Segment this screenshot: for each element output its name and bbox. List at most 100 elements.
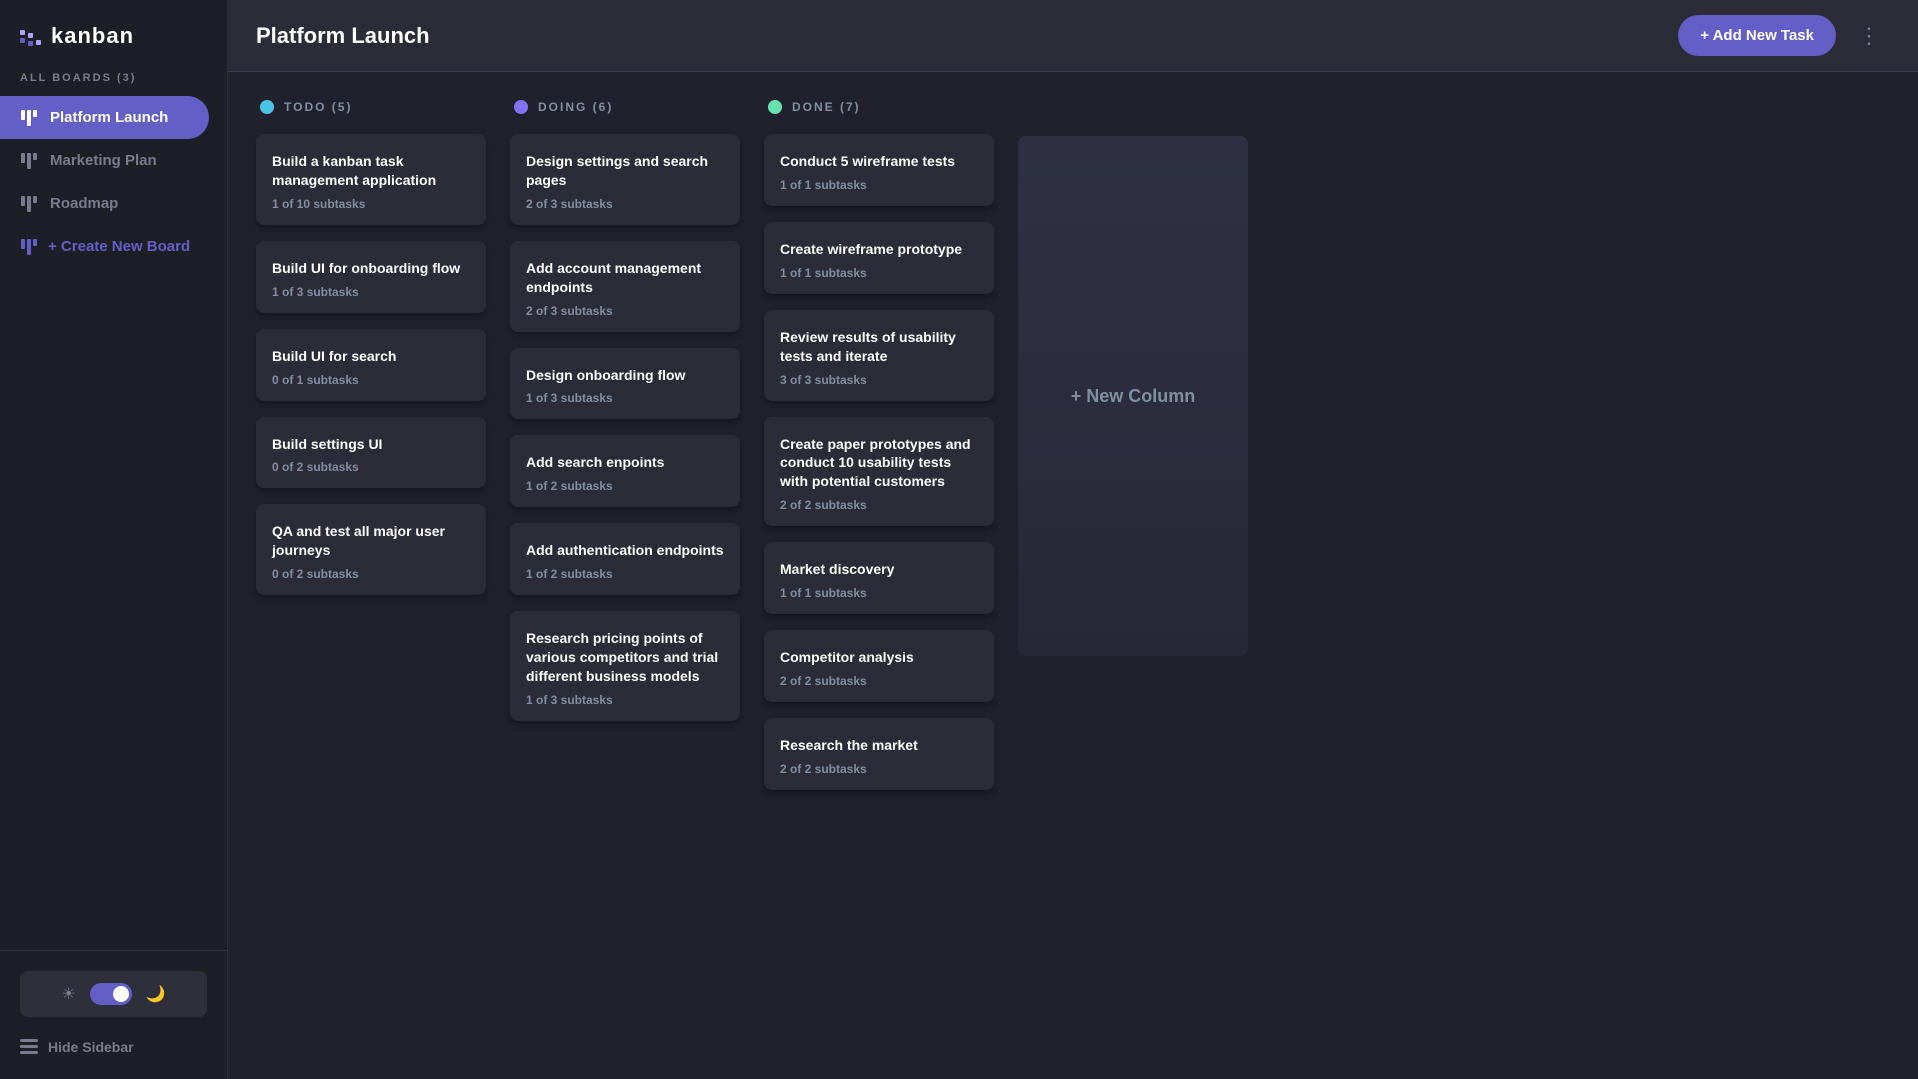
card-done-2[interactable]: Review results of usability tests and it… xyxy=(764,310,994,401)
card-subtasks: 1 of 10 subtasks xyxy=(272,197,470,211)
card-subtasks: 0 of 1 subtasks xyxy=(272,373,470,387)
hide-sidebar-icon xyxy=(20,1039,38,1055)
card-title: Create paper prototypes and conduct 10 u… xyxy=(780,435,978,492)
dark-mode-toggle[interactable] xyxy=(90,983,132,1005)
card-doing-3[interactable]: Add search enpoints 1 of 2 subtasks xyxy=(510,435,740,507)
sidebar-bottom: ☀ 🌙 Hide Sidebar xyxy=(0,950,227,1079)
card-subtasks: 1 of 1 subtasks xyxy=(780,266,978,280)
header-actions: + Add New Task ⋮ xyxy=(1678,15,1890,56)
logo-dot-3 xyxy=(28,33,33,38)
board-icon-2 xyxy=(20,153,38,169)
sidebar-item-marketing-plan[interactable]: Marketing Plan xyxy=(0,139,209,182)
sidebar-item-label-3: Roadmap xyxy=(50,195,118,212)
card-done-0[interactable]: Conduct 5 wireframe tests 1 of 1 subtasks xyxy=(764,134,994,206)
main-content: Platform Launch + Add New Task ⋮ TODO (5… xyxy=(228,0,1918,1079)
board-icon-3 xyxy=(20,196,38,212)
card-doing-5[interactable]: Research pricing points of various compe… xyxy=(510,611,740,721)
card-subtasks: 1 of 1 subtasks xyxy=(780,178,978,192)
card-subtasks: 1 of 3 subtasks xyxy=(526,391,724,405)
column-header-done: DONE (7) xyxy=(764,100,994,114)
card-title: Create wireframe prototype xyxy=(780,240,978,259)
logo-dot-4 xyxy=(28,41,33,46)
card-title: Design onboarding flow xyxy=(526,366,724,385)
card-done-3[interactable]: Create paper prototypes and conduct 10 u… xyxy=(764,417,994,527)
board-icon xyxy=(20,110,38,126)
card-title: Competitor analysis xyxy=(780,648,978,667)
toggle-knob xyxy=(113,986,129,1002)
app-name: kanban xyxy=(51,23,134,49)
card-doing-0[interactable]: Design settings and search pages2 of 3 s… xyxy=(510,134,740,225)
add-new-task-button[interactable]: + Add New Task xyxy=(1678,15,1836,56)
card-title: Build UI for search xyxy=(272,347,470,366)
card-title: Market discovery xyxy=(780,560,978,579)
sidebar-item-platform-launch[interactable]: Platform Launch xyxy=(0,96,209,139)
card-doing-2[interactable]: Design onboarding flow 1 of 3 subtasks xyxy=(510,348,740,420)
card-todo-2[interactable]: Build UI for search 0 of 1 subtasks xyxy=(256,329,486,401)
hide-sidebar-label: Hide Sidebar xyxy=(48,1039,134,1055)
more-options-button[interactable]: ⋮ xyxy=(1850,19,1890,53)
column-todo: TODO (5) Build a kanban task management a… xyxy=(256,100,486,595)
card-subtasks: 1 of 2 subtasks xyxy=(526,479,724,493)
logo-icon xyxy=(20,27,41,46)
card-title: Build a kanban task management applicati… xyxy=(272,152,470,190)
card-title: Research pricing points of various compe… xyxy=(526,629,724,686)
card-title: Research the market xyxy=(780,736,978,755)
card-subtasks: 1 of 2 subtasks xyxy=(526,567,724,581)
column-header-doing: DOING (6) xyxy=(510,100,740,114)
column-dot-doing xyxy=(514,100,528,114)
sidebar-nav: ALL BOARDS (3) Platform Launch Marketing xyxy=(0,72,227,950)
card-title: Add search enpoints xyxy=(526,453,724,472)
column-title-todo: TODO (5) xyxy=(284,100,352,114)
header: Platform Launch + Add New Task ⋮ xyxy=(228,0,1918,72)
card-done-4[interactable]: Market discovery 1 of 1 subtasks xyxy=(764,542,994,614)
card-done-1[interactable]: Create wireframe prototype 1 of 1 subtask… xyxy=(764,222,994,294)
moon-icon: 🌙 xyxy=(146,984,166,1004)
column-header-todo: TODO (5) xyxy=(256,100,486,114)
column-dot-todo xyxy=(260,100,274,114)
card-todo-0[interactable]: Build a kanban task management applicati… xyxy=(256,134,486,225)
create-new-board-button[interactable]: + Create New Board xyxy=(0,225,227,268)
sun-icon: ☀ xyxy=(61,984,75,1004)
card-subtasks: 1 of 3 subtasks xyxy=(526,693,724,707)
column-dot-done xyxy=(768,100,782,114)
app-logo: kanban xyxy=(0,0,227,72)
card-subtasks: 1 of 3 subtasks xyxy=(272,285,470,299)
sidebar: kanban ALL BOARDS (3) Platform Launch xyxy=(0,0,228,1079)
hide-sidebar-button[interactable]: Hide Sidebar xyxy=(20,1035,207,1059)
card-done-5[interactable]: Competitor analysis 2 of 2 subtasks xyxy=(764,630,994,702)
card-title: Add authentication endpoints xyxy=(526,541,724,560)
sidebar-item-label-2: Marketing Plan xyxy=(50,152,157,169)
card-title: Add account management endpoints xyxy=(526,259,724,297)
logo-dot-5 xyxy=(36,40,41,45)
column-title-doing: DOING (6) xyxy=(538,100,613,114)
card-todo-4[interactable]: QA and test all major user journeys0 of … xyxy=(256,504,486,595)
card-subtasks: 0 of 2 subtasks xyxy=(272,567,470,581)
column-doing: DOING (6) Design settings and search page… xyxy=(510,100,740,721)
card-done-6[interactable]: Research the market 2 of 2 subtasks xyxy=(764,718,994,790)
sidebar-item-label: Platform Launch xyxy=(50,109,168,126)
card-todo-1[interactable]: Build UI for onboarding flow 1 of 3 subta… xyxy=(256,241,486,313)
card-todo-3[interactable]: Build settings UI0 of 2 subtasks xyxy=(256,417,486,489)
theme-toggle[interactable]: ☀ 🌙 xyxy=(20,971,207,1017)
sidebar-section-label: ALL BOARDS (3) xyxy=(0,72,227,96)
sidebar-item-roadmap[interactable]: Roadmap xyxy=(0,182,209,225)
kanban-board: TODO (5) Build a kanban task management a… xyxy=(228,72,1918,1079)
card-subtasks: 2 of 2 subtasks xyxy=(780,498,978,512)
new-column-button[interactable]: + New Column xyxy=(1018,136,1248,656)
card-subtasks: 2 of 2 subtasks xyxy=(780,762,978,776)
column-done: DONE (7) Conduct 5 wireframe tests 1 of 1 … xyxy=(764,100,994,790)
card-subtasks: 2 of 2 subtasks xyxy=(780,674,978,688)
create-board-label: + Create New Board xyxy=(48,238,190,255)
card-title: Design settings and search pages xyxy=(526,152,724,190)
card-subtasks: 2 of 3 subtasks xyxy=(526,304,724,318)
card-doing-1[interactable]: Add account management endpoints 2 of 3 s… xyxy=(510,241,740,332)
logo-dot-2 xyxy=(20,38,25,43)
logo-dot-1 xyxy=(20,30,25,35)
card-title: Conduct 5 wireframe tests xyxy=(780,152,978,171)
card-subtasks: 3 of 3 subtasks xyxy=(780,373,978,387)
card-title: Build UI for onboarding flow xyxy=(272,259,470,278)
card-subtasks: 1 of 1 subtasks xyxy=(780,586,978,600)
card-subtasks: 0 of 2 subtasks xyxy=(272,460,470,474)
card-doing-4[interactable]: Add authentication endpoints 1 of 2 subta… xyxy=(510,523,740,595)
card-title: Review results of usability tests and it… xyxy=(780,328,978,366)
